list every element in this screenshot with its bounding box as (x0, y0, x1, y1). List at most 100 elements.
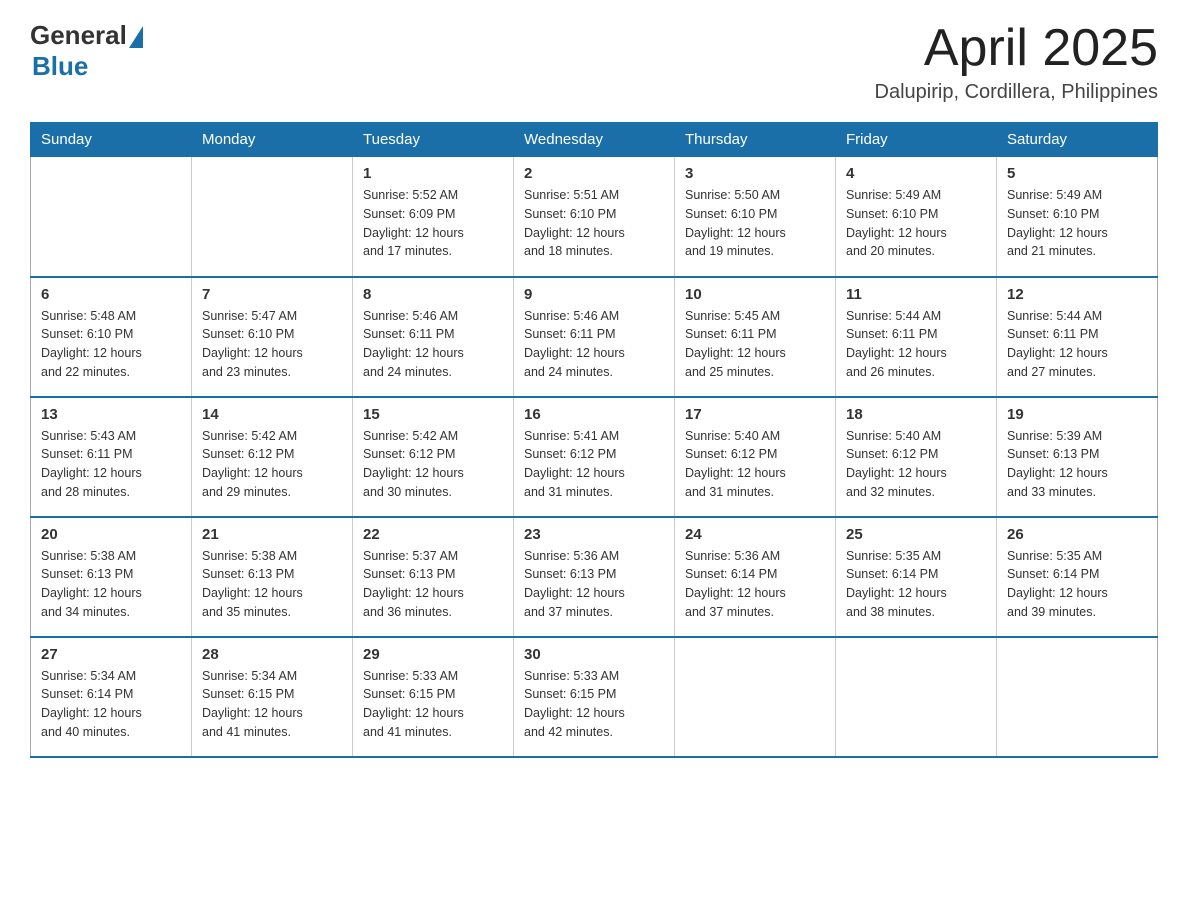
page-header: General Blue April 2025 Dalupirip, Cordi… (30, 20, 1158, 104)
day-detail: Sunrise: 5:43 AMSunset: 6:11 PMDaylight:… (41, 427, 181, 502)
day-detail: Sunrise: 5:35 AMSunset: 6:14 PMDaylight:… (1007, 547, 1147, 622)
day-number: 23 (524, 526, 664, 543)
day-number: 22 (363, 526, 503, 543)
day-number: 30 (524, 646, 664, 663)
day-number: 1 (363, 165, 503, 182)
day-number: 26 (1007, 526, 1147, 543)
calendar-cell (836, 637, 997, 757)
day-detail: Sunrise: 5:45 AMSunset: 6:11 PMDaylight:… (685, 307, 825, 382)
calendar-cell: 2 Sunrise: 5:51 AMSunset: 6:10 PMDaylight… (514, 157, 675, 277)
calendar-cell: 4 Sunrise: 5:49 AMSunset: 6:10 PMDaylight… (836, 157, 997, 277)
calendar-cell: 6 Sunrise: 5:48 AMSunset: 6:10 PMDaylight… (31, 277, 192, 397)
day-number: 5 (1007, 165, 1147, 182)
calendar-cell: 8 Sunrise: 5:46 AMSunset: 6:11 PMDaylight… (353, 277, 514, 397)
calendar-cell: 19 Sunrise: 5:39 AMSunset: 6:13 PMDayligh… (997, 397, 1158, 517)
calendar-cell: 29 Sunrise: 5:33 AMSunset: 6:15 PMDayligh… (353, 637, 514, 757)
calendar-cell: 28 Sunrise: 5:34 AMSunset: 6:15 PMDayligh… (192, 637, 353, 757)
day-detail: Sunrise: 5:46 AMSunset: 6:11 PMDaylight:… (524, 307, 664, 382)
calendar-week-5: 27 Sunrise: 5:34 AMSunset: 6:14 PMDayligh… (31, 637, 1158, 757)
calendar-week-3: 13 Sunrise: 5:43 AMSunset: 6:11 PMDayligh… (31, 397, 1158, 517)
calendar-cell: 26 Sunrise: 5:35 AMSunset: 6:14 PMDayligh… (997, 517, 1158, 637)
day-detail: Sunrise: 5:48 AMSunset: 6:10 PMDaylight:… (41, 307, 181, 382)
logo-general-text: General (30, 20, 127, 51)
day-number: 28 (202, 646, 342, 663)
day-detail: Sunrise: 5:42 AMSunset: 6:12 PMDaylight:… (363, 427, 503, 502)
weekday-header-tuesday: Tuesday (353, 123, 514, 157)
calendar-cell: 16 Sunrise: 5:41 AMSunset: 6:12 PMDayligh… (514, 397, 675, 517)
calendar-cell: 7 Sunrise: 5:47 AMSunset: 6:10 PMDaylight… (192, 277, 353, 397)
calendar-cell (31, 157, 192, 277)
calendar-cell: 5 Sunrise: 5:49 AMSunset: 6:10 PMDaylight… (997, 157, 1158, 277)
calendar-header-row: SundayMondayTuesdayWednesdayThursdayFrid… (31, 123, 1158, 157)
day-number: 13 (41, 406, 181, 423)
day-detail: Sunrise: 5:51 AMSunset: 6:10 PMDaylight:… (524, 186, 664, 261)
calendar-cell: 3Sunrise: 5:50 AMSunset: 6:10 PMDaylight… (675, 157, 836, 277)
day-number: 24 (685, 526, 825, 543)
day-detail: Sunrise: 5:34 AMSunset: 6:14 PMDaylight:… (41, 667, 181, 742)
day-number: 6 (41, 286, 181, 303)
day-detail: Sunrise: 5:40 AMSunset: 6:12 PMDaylight:… (846, 427, 986, 502)
calendar-cell: 17Sunrise: 5:40 AMSunset: 6:12 PMDayligh… (675, 397, 836, 517)
day-number: 29 (363, 646, 503, 663)
day-number: 8 (363, 286, 503, 303)
day-number: 11 (846, 286, 986, 303)
day-number: 27 (41, 646, 181, 663)
day-detail: Sunrise: 5:35 AMSunset: 6:14 PMDaylight:… (846, 547, 986, 622)
day-detail: Sunrise: 5:36 AMSunset: 6:13 PMDaylight:… (524, 547, 664, 622)
day-detail: Sunrise: 5:34 AMSunset: 6:15 PMDaylight:… (202, 667, 342, 742)
day-detail: Sunrise: 5:44 AMSunset: 6:11 PMDaylight:… (846, 307, 986, 382)
day-number: 18 (846, 406, 986, 423)
day-detail: Sunrise: 5:33 AMSunset: 6:15 PMDaylight:… (363, 667, 503, 742)
day-detail: Sunrise: 5:36 AMSunset: 6:14 PMDaylight:… (685, 547, 825, 622)
day-detail: Sunrise: 5:50 AMSunset: 6:10 PMDaylight:… (685, 186, 825, 261)
calendar-cell: 24 Sunrise: 5:36 AMSunset: 6:14 PMDayligh… (675, 517, 836, 637)
weekday-header-sunday: Sunday (31, 123, 192, 157)
day-number: 12 (1007, 286, 1147, 303)
day-detail: Sunrise: 5:52 AMSunset: 6:09 PMDaylight:… (363, 186, 503, 261)
calendar-cell: 30Sunrise: 5:33 AMSunset: 6:15 PMDayligh… (514, 637, 675, 757)
calendar-cell: 25Sunrise: 5:35 AMSunset: 6:14 PMDayligh… (836, 517, 997, 637)
calendar-cell: 15 Sunrise: 5:42 AMSunset: 6:12 PMDayligh… (353, 397, 514, 517)
calendar-cell: 14Sunrise: 5:42 AMSunset: 6:12 PMDayligh… (192, 397, 353, 517)
calendar-cell: 1 Sunrise: 5:52 AMSunset: 6:09 PMDaylight… (353, 157, 514, 277)
day-number: 2 (524, 165, 664, 182)
day-number: 15 (363, 406, 503, 423)
day-detail: Sunrise: 5:38 AMSunset: 6:13 PMDaylight:… (41, 547, 181, 622)
day-detail: Sunrise: 5:47 AMSunset: 6:10 PMDaylight:… (202, 307, 342, 382)
day-detail: Sunrise: 5:37 AMSunset: 6:13 PMDaylight:… (363, 547, 503, 622)
day-detail: Sunrise: 5:41 AMSunset: 6:12 PMDaylight:… (524, 427, 664, 502)
calendar-table: SundayMondayTuesdayWednesdayThursdayFrid… (30, 122, 1158, 758)
calendar-cell (997, 637, 1158, 757)
day-number: 21 (202, 526, 342, 543)
weekday-header-monday: Monday (192, 123, 353, 157)
day-detail: Sunrise: 5:49 AMSunset: 6:10 PMDaylight:… (846, 186, 986, 261)
day-detail: Sunrise: 5:46 AMSunset: 6:11 PMDaylight:… (363, 307, 503, 382)
day-detail: Sunrise: 5:39 AMSunset: 6:13 PMDaylight:… (1007, 427, 1147, 502)
day-number: 9 (524, 286, 664, 303)
calendar-cell: 23 Sunrise: 5:36 AMSunset: 6:13 PMDayligh… (514, 517, 675, 637)
calendar-cell: 10 Sunrise: 5:45 AMSunset: 6:11 PMDayligh… (675, 277, 836, 397)
calendar-cell: 21Sunrise: 5:38 AMSunset: 6:13 PMDayligh… (192, 517, 353, 637)
calendar-cell: 13 Sunrise: 5:43 AMSunset: 6:11 PMDayligh… (31, 397, 192, 517)
day-detail: Sunrise: 5:44 AMSunset: 6:11 PMDaylight:… (1007, 307, 1147, 382)
calendar-cell (675, 637, 836, 757)
day-number: 16 (524, 406, 664, 423)
day-number: 10 (685, 286, 825, 303)
day-number: 17 (685, 406, 825, 423)
calendar-title: April 2025 (875, 20, 1158, 77)
day-number: 14 (202, 406, 342, 423)
weekday-header-thursday: Thursday (675, 123, 836, 157)
weekday-header-wednesday: Wednesday (514, 123, 675, 157)
calendar-cell: 27 Sunrise: 5:34 AMSunset: 6:14 PMDayligh… (31, 637, 192, 757)
calendar-cell: 9 Sunrise: 5:46 AMSunset: 6:11 PMDaylight… (514, 277, 675, 397)
day-number: 7 (202, 286, 342, 303)
title-block: April 2025 Dalupirip, Cordillera, Philip… (875, 20, 1158, 104)
day-number: 4 (846, 165, 986, 182)
day-number: 20 (41, 526, 181, 543)
day-detail: Sunrise: 5:49 AMSunset: 6:10 PMDaylight:… (1007, 186, 1147, 261)
day-number: 19 (1007, 406, 1147, 423)
calendar-week-2: 6 Sunrise: 5:48 AMSunset: 6:10 PMDaylight… (31, 277, 1158, 397)
weekday-header-friday: Friday (836, 123, 997, 157)
logo: General Blue (30, 20, 143, 82)
logo-triangle-icon (129, 26, 143, 48)
